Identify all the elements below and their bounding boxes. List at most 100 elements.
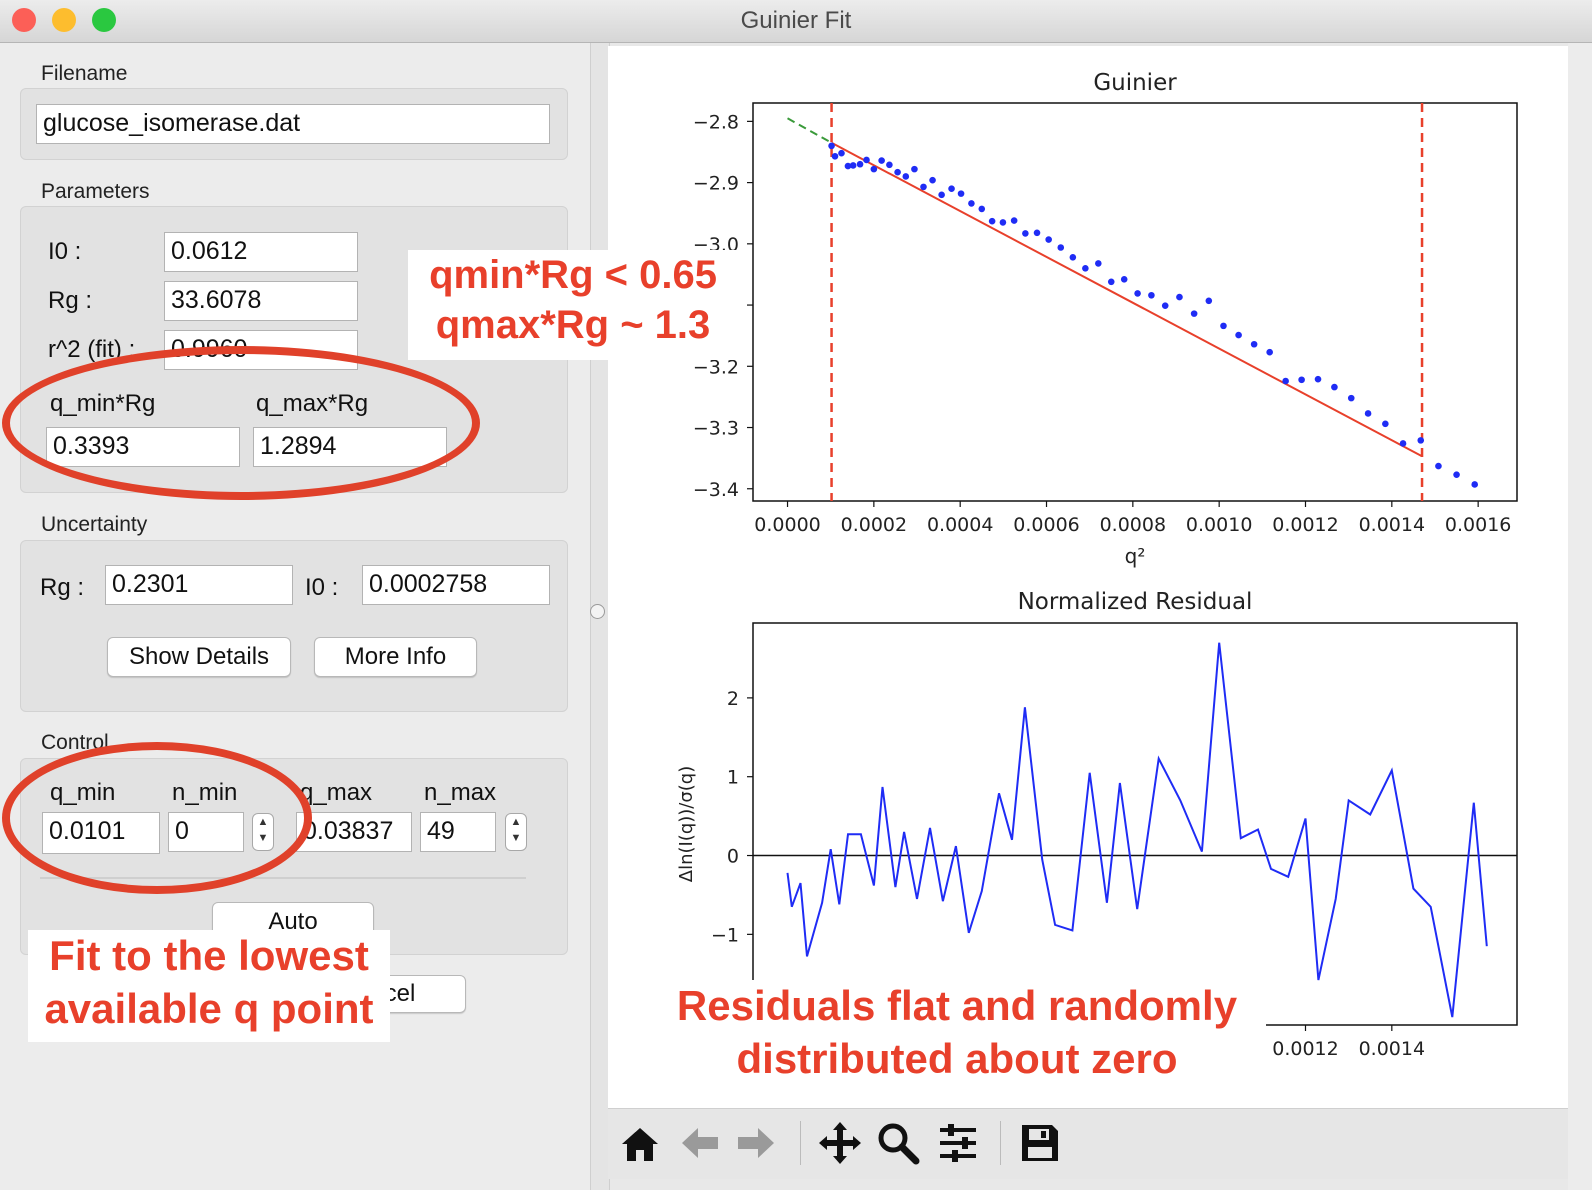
window-edge — [1568, 43, 1592, 1190]
guinier-x-tick-label: 0.0008 — [1100, 514, 1166, 536]
residual-annotation-line2: distributed about zero — [736, 1034, 1178, 1082]
parameters-highlight-ellipse — [2, 346, 480, 500]
guinier-data-point — [1417, 437, 1425, 444]
guinier-data-point — [1250, 340, 1258, 348]
guinier-data-point — [938, 191, 945, 199]
guinier-data-point — [1082, 265, 1089, 272]
guinier-data-point — [1399, 440, 1407, 447]
guinier-x-tick-label: 0.0012 — [1272, 514, 1338, 536]
plot-svg: Guinier 0.0000 0.0002 0.0004 0.0006 0.0008 0.0… — [676, 70, 1518, 1060]
guinier-y-tick-label: −2.8 — [693, 111, 739, 133]
zoom-magnifier-icon[interactable] — [874, 1119, 922, 1167]
guinier-data-point — [870, 165, 878, 173]
window-title: Guinier Fit — [740, 7, 852, 34]
guinier-data-point — [886, 161, 893, 169]
guinier-data-point — [878, 157, 885, 164]
fit-annotation-line2: available q point — [44, 984, 374, 1032]
guinier-data-point — [1235, 331, 1242, 339]
guinier-data-point — [1033, 229, 1041, 237]
guinier-data-point — [1095, 260, 1102, 267]
guinier-x-tick-label: 0.0014 — [1359, 514, 1425, 536]
show-details-button[interactable]: Show Details — [107, 637, 291, 677]
guinier-data-point — [957, 190, 965, 197]
splitter-handle[interactable] — [590, 604, 605, 619]
qmax-field[interactable]: 0.03837 — [296, 812, 412, 852]
uncertainty-rg-label: Rg : — [40, 574, 85, 601]
toolbar-separator — [1000, 1121, 1001, 1165]
uncertainty-rg-field[interactable]: 0.2301 — [105, 565, 293, 605]
residual-y-tick-label: 0 — [727, 846, 739, 868]
guinier-data-point — [929, 176, 936, 184]
guinier-x-tick-label: 0.0004 — [927, 514, 993, 536]
guinier-data-point — [920, 183, 927, 191]
guinier-data-point — [1010, 217, 1018, 224]
guinier-data-point — [1107, 278, 1115, 286]
i0-field[interactable]: 0.0612 — [164, 232, 358, 272]
guinier-data-point — [849, 162, 857, 169]
guinier-data-point — [1282, 377, 1289, 385]
guinier-data-point — [1331, 383, 1338, 391]
nmax-stepper[interactable]: ▲ ▼ — [505, 813, 527, 851]
more-info-button[interactable]: More Info — [314, 637, 477, 677]
guinier-data-point — [1022, 230, 1029, 237]
guinier-data-point — [1471, 481, 1478, 488]
guinier-x-tick-label: 0.0006 — [1013, 514, 1079, 536]
residual-x-tick-label: 0.0014 — [1359, 1038, 1425, 1060]
i0-label: I0 : — [48, 238, 82, 265]
residual-y-tick-label: 1 — [727, 767, 739, 789]
guinier-data-point — [828, 142, 835, 150]
forward-arrow-icon[interactable] — [732, 1119, 780, 1167]
guinier-data-point — [894, 168, 901, 176]
guinier-data-point — [1205, 297, 1213, 305]
residual-annotation-line1: Residuals flat and randomly — [676, 982, 1238, 1029]
uncertainty-i0-field[interactable]: 0.0002758 — [362, 565, 550, 605]
guinier-data-point — [1382, 420, 1389, 428]
guinier-data-point — [856, 160, 864, 168]
residual-y-axis-label: Δln(I(q))/σ(q) — [676, 766, 697, 883]
guinier-data-point — [1314, 375, 1322, 383]
guinier-data-point — [999, 219, 1007, 226]
guinier-data-point — [831, 152, 839, 160]
guinier-data-point — [902, 173, 910, 180]
guinier-data-point — [1057, 244, 1065, 251]
home-icon[interactable] — [616, 1119, 664, 1167]
limits-annotation-line1: qmin*Rg < 0.65 — [429, 253, 717, 297]
qmax-label: q_max — [300, 779, 373, 806]
guinier-data-point — [1435, 462, 1442, 470]
uncertainty-i0-label: I0 : — [305, 574, 339, 601]
guinier-x-tick-label: 0.0016 — [1445, 514, 1511, 536]
guinier-data-point — [1364, 410, 1372, 417]
guinier-data-point — [1347, 394, 1355, 402]
control-highlight-ellipse — [2, 742, 312, 894]
toolbar-separator — [800, 1121, 801, 1165]
residual-title: Normalized Residual — [1018, 589, 1253, 615]
plot-toolbar — [608, 1108, 1568, 1179]
guinier-data-point — [1190, 310, 1198, 317]
guinier-data-point — [863, 156, 870, 164]
guinier-data-point — [1161, 302, 1169, 309]
pan-move-icon[interactable] — [816, 1119, 864, 1167]
guinier-data-point — [978, 205, 986, 213]
rg-label: Rg : — [48, 287, 93, 314]
filename-group-title: Filename — [41, 62, 128, 85]
limits-annotation-line2: qmax*Rg ~ 1.3 — [435, 303, 711, 347]
guinier-data-point — [1266, 348, 1273, 356]
guinier-data-point — [1176, 293, 1183, 301]
guinier-x-axis-label: q² — [1125, 544, 1146, 568]
fit-annotation-line1: Fit to the lowest — [49, 932, 369, 979]
configure-sliders-icon[interactable] — [934, 1119, 982, 1167]
guinier-data-point — [1069, 254, 1077, 261]
guinier-data-point — [838, 149, 845, 157]
uncertainty-group-title: Uncertainty — [41, 513, 148, 536]
guinier-data-point — [968, 200, 975, 207]
rg-field[interactable]: 33.6078 — [164, 281, 358, 321]
save-floppy-icon[interactable] — [1016, 1119, 1064, 1167]
filename-field[interactable]: glucose_isomerase.dat — [36, 104, 550, 144]
guinier-data-point — [1045, 236, 1052, 243]
guinier-data-point — [1220, 322, 1227, 330]
guinier-data-point — [1134, 290, 1141, 297]
back-arrow-icon[interactable] — [676, 1119, 724, 1167]
guinier-y-tick-label: −2.9 — [693, 173, 739, 195]
residual-y-tick-label: 2 — [727, 688, 739, 710]
nmax-field[interactable]: 49 — [420, 812, 496, 852]
